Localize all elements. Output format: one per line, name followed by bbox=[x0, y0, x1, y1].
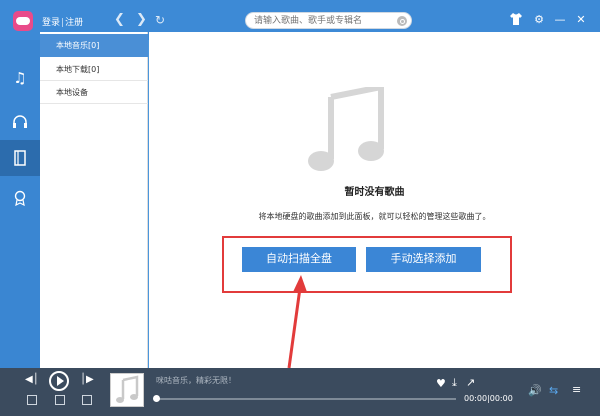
playlist-icon[interactable]: ≡ bbox=[572, 384, 581, 395]
close-icon[interactable]: ✕ bbox=[573, 12, 589, 28]
app-logo-icon bbox=[13, 11, 33, 31]
next-icon[interactable]: │▶ bbox=[80, 374, 94, 385]
list-icon[interactable] bbox=[27, 395, 37, 405]
player-bar: ◀│ │▶ 咪咕音乐，精彩无限！ ♥ ⤓ ↗ 00:00|00:00 🔊 ⇆ ≡ bbox=[0, 368, 600, 416]
sidebar-item-label: 本地下载[0] bbox=[56, 65, 99, 74]
back-icon[interactable]: ❮ bbox=[114, 12, 125, 28]
search-input[interactable] bbox=[254, 15, 394, 27]
auto-scan-button[interactable]: 自动扫描全盘 bbox=[242, 247, 356, 272]
music-note-icon[interactable]: ♫ bbox=[0, 60, 40, 96]
sidebar-item-local-downloads[interactable]: 本地下载[0] bbox=[40, 58, 148, 81]
forward-icon[interactable]: ❯ bbox=[136, 12, 147, 28]
sidebar-item-label: 本地设备 bbox=[56, 88, 88, 97]
sidebar-item-local-music[interactable]: 本地音乐[0] bbox=[40, 34, 148, 57]
tshirt-icon[interactable] bbox=[508, 12, 524, 28]
lyrics-icon[interactable] bbox=[55, 395, 65, 405]
minimize-icon[interactable]: — bbox=[552, 12, 568, 28]
manual-add-button[interactable]: 手动选择添加 bbox=[366, 247, 481, 272]
search-icon[interactable] bbox=[397, 16, 407, 26]
gear-icon[interactable]: ⚙ bbox=[531, 12, 547, 28]
progress-bar[interactable] bbox=[156, 398, 456, 400]
award-icon[interactable] bbox=[0, 180, 40, 216]
music-note-icon bbox=[301, 87, 391, 177]
annotation-arrow bbox=[279, 270, 319, 370]
refresh-icon[interactable]: ↻ bbox=[155, 12, 165, 28]
album-cover[interactable] bbox=[110, 373, 144, 407]
time-display: 00:00|00:00 bbox=[464, 394, 513, 403]
headphones-icon[interactable] bbox=[0, 104, 40, 140]
sidebar-item-local-device[interactable]: 本地设备 bbox=[40, 81, 148, 104]
empty-description: 将本地硬盘的歌曲添加到此面板，就可以轻松的管理这些歌曲了。 bbox=[149, 211, 600, 222]
login-register: 登录|注册 bbox=[42, 15, 83, 28]
left-rail: ♫ bbox=[0, 40, 40, 368]
share-icon[interactable]: ↗ bbox=[466, 377, 475, 388]
repeat-icon[interactable]: ⇆ bbox=[549, 385, 558, 396]
register-link[interactable]: 注册 bbox=[65, 18, 83, 28]
app-window: 登录|注册 ❮ ❯ ↻ ⚙ — ✕ ♫ 本地音乐[0] bbox=[0, 0, 600, 416]
image-icon[interactable] bbox=[82, 395, 92, 405]
login-link[interactable]: 登录 bbox=[42, 18, 60, 28]
sidebar-item-label: 本地音乐[0] bbox=[56, 41, 99, 50]
local-library-icon[interactable] bbox=[0, 140, 40, 176]
search-box bbox=[245, 12, 412, 29]
local-sidebar: 本地音乐[0] 本地下载[0] 本地设备 bbox=[40, 32, 148, 368]
progress-knob[interactable] bbox=[153, 395, 160, 402]
volume-icon[interactable]: 🔊 bbox=[528, 385, 542, 396]
empty-title: 暂时没有歌曲 bbox=[149, 183, 600, 198]
previous-icon[interactable]: ◀│ bbox=[25, 374, 39, 385]
download-icon[interactable]: ⤓ bbox=[452, 377, 457, 388]
main-panel: 暂时没有歌曲 将本地硬盘的歌曲添加到此面板，就可以轻松的管理这些歌曲了。 自动扫… bbox=[149, 32, 600, 368]
login-separator: | bbox=[61, 18, 64, 28]
play-button[interactable] bbox=[49, 371, 69, 391]
heart-icon[interactable]: ♥ bbox=[436, 378, 446, 389]
track-info: 咪咕音乐，精彩无限！ bbox=[156, 375, 236, 386]
